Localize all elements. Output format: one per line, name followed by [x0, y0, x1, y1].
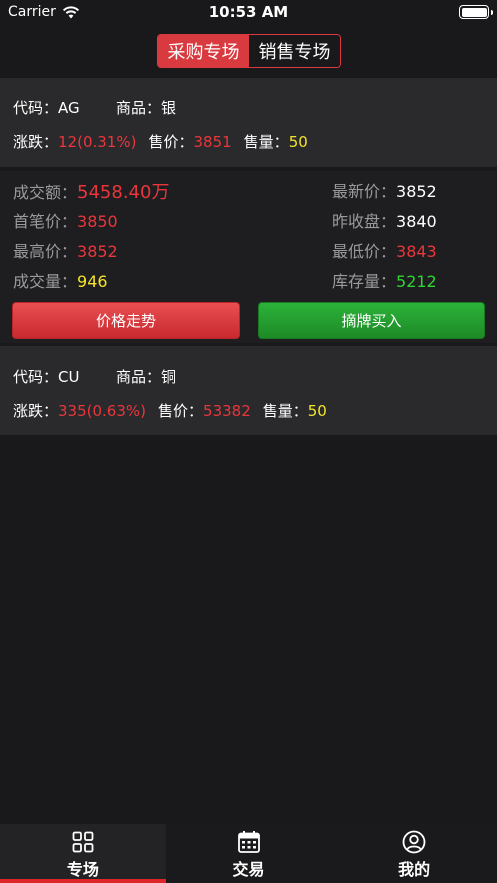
price-value: 53382 [203, 401, 251, 420]
latest-price-label: 最新价： [332, 182, 397, 201]
turnover-label: 成交额： [13, 183, 78, 202]
product-value: 铜 [161, 368, 177, 386]
price-label: 售价： [148, 133, 194, 151]
price-trend-button[interactable]: 价格走势 [12, 302, 240, 339]
status-time: 10:53 AM [208, 3, 289, 21]
high-price-row: 最高价：3852 [13, 238, 118, 262]
deal-volume-row: 成交量：946 [13, 268, 108, 292]
price-label: 售价： [158, 402, 204, 420]
tab-trade[interactable]: 交易 [166, 824, 332, 883]
stock-label: 库存量： [332, 272, 397, 291]
change-value: 335(0.63%) [58, 401, 147, 420]
code-label: 代码： [13, 368, 59, 386]
volume-label: 售量： [243, 133, 289, 151]
first-price-row: 首笔价：3850 [13, 208, 118, 232]
stock-row: 库存量：5212 [332, 268, 437, 292]
delist-buy-button[interactable]: 摘牌买入 [258, 302, 485, 339]
product-card-ag[interactable]: 代码： AG 商品： 银 涨跌： 12(0.31%) 售价： 3851 售量： … [0, 78, 497, 167]
turnover-row: 成交额：5458.40万 [13, 178, 169, 204]
prev-close-label: 昨收盘： [332, 212, 397, 231]
volume-value: 50 [307, 401, 327, 420]
tab-mine[interactable]: 我的 [331, 824, 497, 883]
code-value: AG [58, 98, 80, 117]
tab-special-label: 专场 [66, 860, 99, 879]
low-price-value: 3843 [396, 242, 437, 261]
code-value: CU [58, 367, 80, 386]
prev-close-value: 3840 [396, 212, 437, 231]
high-price-value: 3852 [77, 242, 118, 261]
product-info-row: 代码： AG 商品： 银 [13, 97, 176, 118]
status-bar: Carrier 10:53 AM [0, 0, 497, 26]
change-value: 12(0.31%) [58, 132, 137, 151]
calendar-icon [237, 831, 260, 853]
code-label: 代码： [13, 99, 59, 117]
high-price-label: 最高价： [13, 242, 78, 261]
latest-price-row: 最新价：3852 [332, 178, 437, 202]
price-value: 3851 [193, 132, 232, 151]
segment-purchase[interactable]: 采购专场 [158, 35, 249, 67]
turnover-value: 5458.40万 [77, 182, 170, 203]
first-price-label: 首笔价： [13, 212, 78, 231]
quote-row: 涨跌： 12(0.31%) 售价： 3851 售量： 50 [13, 131, 308, 152]
deal-volume-label: 成交量： [13, 272, 78, 291]
low-price-label: 最低价： [332, 242, 397, 261]
segment-sales[interactable]: 销售专场 [249, 35, 340, 67]
product-label: 商品： [116, 368, 162, 386]
grid-icon [72, 831, 94, 853]
change-label: 涨跌： [13, 402, 59, 420]
product-value: 银 [161, 99, 177, 117]
tab-trade-label: 交易 [232, 860, 265, 879]
low-price-row: 最低价：3843 [332, 238, 437, 262]
tab-bar: 专场 交易 我的 [0, 824, 497, 883]
change-label: 涨跌： [13, 133, 59, 151]
deal-volume-value: 946 [77, 272, 108, 291]
volume-label: 售量： [262, 402, 308, 420]
first-price-value: 3850 [77, 212, 118, 231]
stock-value: 5212 [396, 272, 437, 291]
volume-value: 50 [288, 132, 308, 151]
tab-special[interactable]: 专场 [0, 824, 166, 883]
battery-icon [459, 5, 493, 19]
product-info-row: 代码： CU 商品： 铜 [13, 366, 176, 387]
user-icon [402, 830, 426, 854]
prev-close-row: 昨收盘：3840 [332, 208, 437, 232]
quote-row: 涨跌： 335(0.63%) 售价： 53382 售量： 50 [13, 400, 327, 421]
latest-price-value: 3852 [396, 182, 437, 201]
product-label: 商品： [116, 99, 162, 117]
tab-mine-label: 我的 [398, 860, 431, 879]
market-segmented-control: 采购专场 销售专场 [157, 34, 341, 68]
product-card-cu[interactable]: 代码： CU 商品： 铜 涨跌： 335(0.63%) 售价： 53382 售量… [0, 346, 497, 435]
